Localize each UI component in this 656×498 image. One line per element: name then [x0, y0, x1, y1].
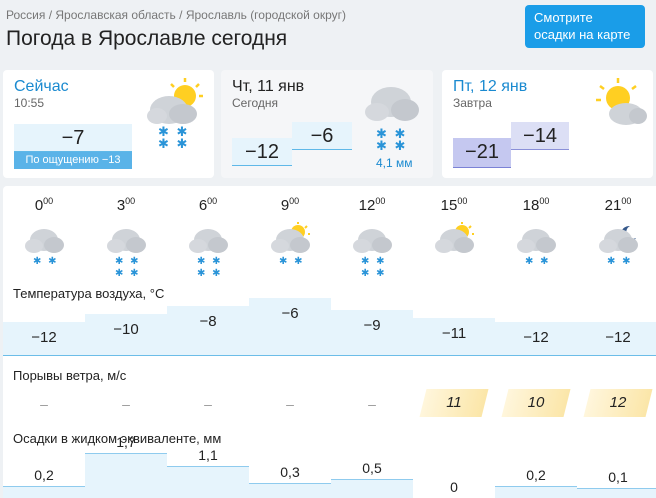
hour-label: 2100	[604, 196, 632, 214]
precip-value: 0,1	[608, 468, 628, 485]
sun-cloud-icon	[596, 78, 647, 125]
breadcrumb-separator: /	[179, 8, 183, 22]
sun-cloud-icon	[432, 222, 476, 259]
snowflakes-icon: ✱ ✱	[279, 256, 305, 267]
gust-empty: –	[204, 396, 212, 412]
cloud-snow-icon	[104, 222, 148, 259]
precip-bar	[331, 479, 413, 498]
hourly-forecast: 000 ✱ ✱ 300 ✱ ✱ ✱ ✱ 600 ✱ ✱ ✱ ✱ 900 ✱ ✱ 1200 ✱ ✱ …	[3, 186, 656, 498]
precip-bar	[85, 452, 167, 498]
gust-empty: –	[40, 396, 48, 412]
snowflakes-icon: ✱ ✱	[525, 256, 551, 267]
now-title: Сейчас	[14, 78, 69, 95]
hour-label: 300	[116, 196, 136, 214]
hour-label: 1200	[358, 196, 386, 214]
precip-map-button[interactable]: Смотрите осадки на карте	[525, 5, 645, 48]
cloud-snow-icon	[186, 222, 230, 259]
today-label: Сегодня	[232, 96, 278, 110]
precip-value: 1,7	[116, 433, 136, 450]
precip-bar	[249, 483, 331, 498]
today-title: Чт, 11 янв	[232, 78, 305, 95]
hour-label: 1500	[440, 196, 468, 214]
tomorrow-min-temp: −21	[453, 138, 511, 168]
gust-empty: –	[368, 396, 376, 412]
snowflakes-icon: ✱ ✱ ✱ ✱	[115, 256, 141, 279]
cloud-snow-icon	[514, 222, 558, 259]
snowflakes-icon: ✱ ✱ ✱ ✱	[197, 256, 223, 279]
hour-label: 000	[34, 196, 54, 214]
precip-value: 0,2	[526, 466, 546, 483]
temp-value: −12	[605, 329, 631, 346]
temp-value: −10	[113, 321, 139, 338]
feels-like-badge: По ощущению −13	[14, 152, 132, 169]
snowflakes-icon: ✱ ✱	[607, 256, 633, 267]
gust-empty: –	[122, 396, 130, 412]
precip-value: 1,1	[198, 446, 218, 463]
snowflakes-icon: ✱ ✱ ✱ ✱	[158, 124, 190, 151]
breadcrumb: Россия / Ярославская область / Ярославль…	[6, 8, 346, 22]
hour-label: 900	[280, 196, 300, 214]
hour-label: 1800	[522, 196, 550, 214]
temp-value: −9	[363, 317, 381, 334]
precip-bar	[167, 465, 249, 498]
today-precip: 4,1 мм	[376, 156, 413, 170]
gust-value: 10	[527, 394, 545, 411]
snowflakes-icon: ✱ ✱ ✱ ✱	[361, 256, 387, 279]
breadcrumb-region[interactable]: Ярославская область	[55, 8, 175, 22]
temp-value: −12	[31, 329, 57, 346]
now-time: 10:55	[14, 96, 45, 110]
temp-value: −6	[281, 305, 299, 322]
gust-section-label: Порывы ветра, м/с	[13, 368, 127, 383]
temp-value: −11	[441, 325, 467, 342]
snowflakes-icon: ✱ ✱	[33, 256, 59, 267]
today-card[interactable]: Чт, 11 янв Сегодня −12 −6 ✱ ✱ ✱ ✱ 4,1 мм	[221, 70, 433, 178]
gust-empty: –	[286, 396, 294, 412]
today-max-temp: −6	[292, 122, 352, 150]
gust-value: 11	[446, 394, 462, 411]
breadcrumb-city[interactable]: Ярославль (городской округ)	[186, 8, 346, 22]
hour-label: 600	[198, 196, 218, 214]
precip-value: 0,3	[280, 464, 300, 481]
moon-cloud-snow-icon	[596, 222, 640, 259]
precip-bar	[577, 487, 656, 498]
precip-bar	[495, 485, 577, 498]
temp-value: −8	[199, 313, 217, 330]
tomorrow-max-temp: −14	[511, 122, 569, 150]
page-title: Погода в Ярославле сегодня	[6, 27, 288, 50]
sun-cloud-snow-icon	[268, 222, 312, 259]
today-min-temp: −12	[232, 138, 292, 166]
breadcrumb-separator: /	[48, 8, 53, 22]
breadcrumb-country[interactable]: Россия	[6, 8, 45, 22]
cloud-snow-icon	[22, 222, 66, 259]
tomorrow-label: Завтра	[453, 96, 492, 110]
cloud-snow-icon	[350, 222, 394, 259]
cloud-icon	[365, 87, 419, 121]
precip-bar	[3, 485, 85, 498]
precip-value: 0	[450, 479, 458, 495]
precip-value: 0,2	[34, 466, 54, 483]
temp-value: −12	[523, 329, 549, 346]
temp-section-label: Температура воздуха, °C	[13, 286, 165, 301]
gust-value: 12	[609, 394, 627, 411]
snowflakes-icon: ✱ ✱ ✱ ✱	[376, 126, 408, 153]
tomorrow-title: Пт, 12 янв	[453, 78, 528, 95]
now-temp: −7	[14, 124, 132, 152]
precip-value: 0,5	[362, 460, 382, 476]
now-card[interactable]: Сейчас 10:55 −7 По ощущению −13 ✱ ✱ ✱ ✱	[3, 70, 214, 178]
tomorrow-card[interactable]: Пт, 12 янв Завтра −21 −14	[442, 70, 653, 178]
cloud-sun-icon	[147, 78, 203, 124]
